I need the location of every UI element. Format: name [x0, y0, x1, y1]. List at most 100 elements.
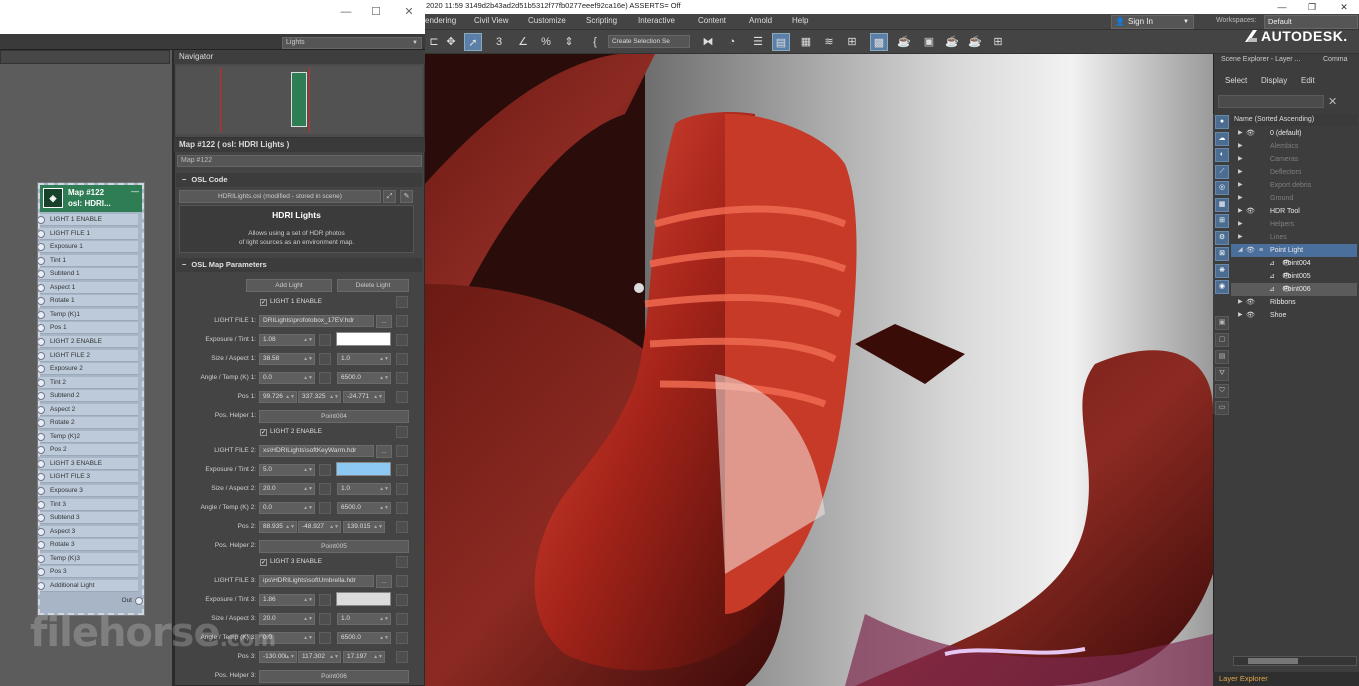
tree-row[interactable]: ▶ Helpers: [1231, 218, 1357, 231]
menu-item[interactable]: Content: [698, 16, 726, 25]
input-socket-icon[interactable]: [37, 365, 45, 374]
exposure-spinner[interactable]: 5.0 ▲▼: [259, 464, 315, 476]
xref-filter-icon[interactable]: ⚙: [1215, 230, 1229, 245]
align-icon[interactable]: ◔: [723, 33, 741, 51]
selection-set-dropdown[interactable]: Create Selection Se: [608, 35, 690, 48]
menu-item[interactable]: Arnold: [749, 16, 772, 25]
tree-row[interactable]: ▶ Ground: [1231, 192, 1357, 205]
map-slot-button[interactable]: [319, 632, 331, 644]
map-slot-button[interactable]: [396, 391, 408, 403]
container-filter-icon[interactable]: ❋: [1215, 263, 1229, 278]
curve-editor-icon[interactable]: ≋: [820, 33, 838, 51]
tab-command-panel[interactable]: Comma: [1323, 56, 1348, 63]
menu-item[interactable]: Help: [792, 16, 808, 25]
expand-arrow-icon[interactable]: ▶: [1238, 309, 1243, 322]
snap-3d-icon[interactable]: 3: [490, 33, 508, 51]
aspect-spinner[interactable]: 1.0 ▲▼: [337, 613, 391, 625]
spinner-snap-icon[interactable]: ⇕: [560, 33, 578, 51]
input-socket-icon[interactable]: [37, 283, 45, 292]
render-in-cloud-icon[interactable]: ⊞: [989, 33, 1007, 51]
node-port[interactable]: Exposure 2: [37, 363, 138, 376]
node-port[interactable]: LIGHT FILE 3: [37, 471, 138, 484]
map-slot-button[interactable]: [396, 556, 408, 568]
bone-filter-icon[interactable]: ⊠: [1215, 247, 1229, 261]
node-port[interactable]: Tint 1: [37, 254, 138, 267]
angle-spinner[interactable]: 0.0 ▲▼: [259, 502, 315, 514]
osl-file-field[interactable]: HDRILights.osl (modified - stored in sce…: [179, 190, 381, 203]
map-slot-button[interactable]: [319, 483, 331, 495]
tree-row[interactable]: ▶ Deflectors: [1231, 166, 1357, 179]
close-icon[interactable]: ✕: [402, 6, 416, 18]
light-enable-checkbox[interactable]: ✓ LIGHT 2 ENABLE: [260, 426, 322, 438]
expand-arrow-icon[interactable]: ▶: [1238, 153, 1243, 166]
visibility-eye-icon[interactable]: 👁: [1246, 309, 1255, 322]
scene-explorer-icon[interactable]: ☰: [749, 33, 767, 51]
input-socket-icon[interactable]: [37, 541, 45, 550]
node-port[interactable]: Pos 1: [37, 322, 138, 335]
minimize-icon[interactable]: —: [339, 6, 353, 18]
select-all-icon[interactable]: ▭: [1215, 401, 1229, 415]
tree-row[interactable]: ◢ 👁 ≡ Point Light: [1231, 244, 1357, 257]
node-port[interactable]: LIGHT FILE 2: [37, 349, 138, 362]
map-slot-button[interactable]: [319, 334, 331, 346]
node-port[interactable]: Rotate 2: [37, 417, 138, 430]
scrollbar-thumb[interactable]: [1248, 658, 1298, 664]
delete-light-button[interactable]: Delete Light: [337, 279, 409, 292]
temp-spinner[interactable]: 6500.0 ▲▼: [337, 372, 391, 384]
camera-filter-icon[interactable]: ⟋: [1215, 164, 1229, 179]
map-slot-button[interactable]: [396, 334, 408, 346]
spacewarp-filter-icon[interactable]: ▦: [1215, 197, 1229, 212]
node-port[interactable]: LIGHT FILE 1: [37, 227, 138, 240]
expand-arrow-icon[interactable]: ▶: [1238, 205, 1243, 218]
node-port[interactable]: Exposure 3: [37, 485, 138, 497]
browse-button[interactable]: ...: [376, 575, 392, 588]
visibility-eye-icon[interactable]: 👁: [1246, 244, 1255, 257]
tree-row[interactable]: ▶ Export debris: [1231, 179, 1357, 192]
pos-y-spinner[interactable]: -48.927 ▲▼: [298, 521, 341, 533]
visibility-eye-icon[interactable]: 👁: [1246, 205, 1255, 218]
node-port[interactable]: Temp (K)3: [37, 552, 138, 565]
input-socket-icon[interactable]: [37, 243, 45, 252]
tree-row[interactable]: ▶ Lines: [1231, 231, 1357, 244]
map-slot-button[interactable]: [396, 372, 408, 384]
maximize-icon[interactable]: ☐: [369, 6, 383, 18]
menu-select[interactable]: Select: [1225, 76, 1247, 85]
explorer-search-input[interactable]: [1218, 95, 1324, 108]
light-file-field[interactable]: DRILights\profotobox_17EV.hdr: [259, 315, 374, 327]
pos-z-spinner[interactable]: 17.197 ▲▼: [343, 651, 385, 663]
menu-item[interactable]: Scripting: [586, 16, 617, 25]
temp-spinner[interactable]: 6500.0 ▲▼: [337, 502, 391, 514]
pos-y-spinner[interactable]: 117.302 ▲▼: [298, 651, 341, 663]
aspect-spinner[interactable]: 1.0 ▲▼: [337, 353, 391, 365]
node-port[interactable]: Rotate 1: [37, 295, 138, 308]
pos-helper-button[interactable]: Point006: [259, 670, 409, 683]
name-column-header[interactable]: Name (Sorted Ascending): [1231, 114, 1357, 126]
expand-arrow-icon[interactable]: ▶: [1238, 218, 1243, 231]
helper-filter-icon[interactable]: ◎: [1215, 181, 1229, 195]
move-icon[interactable]: ✥: [442, 33, 460, 51]
tree-row[interactable]: ▶ 👁 Ribbons: [1231, 296, 1357, 309]
node-port[interactable]: Aspect 2: [37, 403, 138, 416]
map-slot-button[interactable]: [396, 483, 408, 495]
input-socket-icon[interactable]: [37, 229, 45, 238]
menu-item[interactable]: Interactive: [638, 16, 675, 25]
angle-spinner[interactable]: 0.0 ▲▼: [259, 372, 315, 384]
select-object-icon[interactable]: ➚: [464, 33, 482, 51]
map-slot-button[interactable]: [319, 613, 331, 625]
pencil-icon[interactable]: ✎: [400, 190, 413, 203]
map-slot-button[interactable]: [396, 594, 408, 606]
expand-arrow-icon[interactable]: ▶: [1238, 166, 1243, 179]
edit-named-selection-icon[interactable]: {: [586, 33, 604, 51]
restore-icon[interactable]: ❐: [1305, 1, 1319, 13]
node-port[interactable]: Tint 2: [37, 376, 138, 389]
pos-y-spinner[interactable]: 337.325 ▲▼: [298, 391, 341, 403]
map-slot-button[interactable]: [319, 372, 331, 384]
input-socket-icon[interactable]: [37, 378, 45, 387]
input-socket-icon[interactable]: [37, 432, 45, 441]
input-socket-icon[interactable]: [37, 487, 45, 495]
node-port[interactable]: Temp (K)1: [37, 308, 138, 321]
pos-z-spinner[interactable]: 139.015 ▲▼: [343, 521, 385, 533]
input-socket-icon[interactable]: [37, 270, 45, 279]
node-header[interactable]: ◈ Map #122 osl: HDRI... —: [40, 185, 142, 212]
size-spinner[interactable]: 38.58 ▲▼: [259, 353, 315, 365]
